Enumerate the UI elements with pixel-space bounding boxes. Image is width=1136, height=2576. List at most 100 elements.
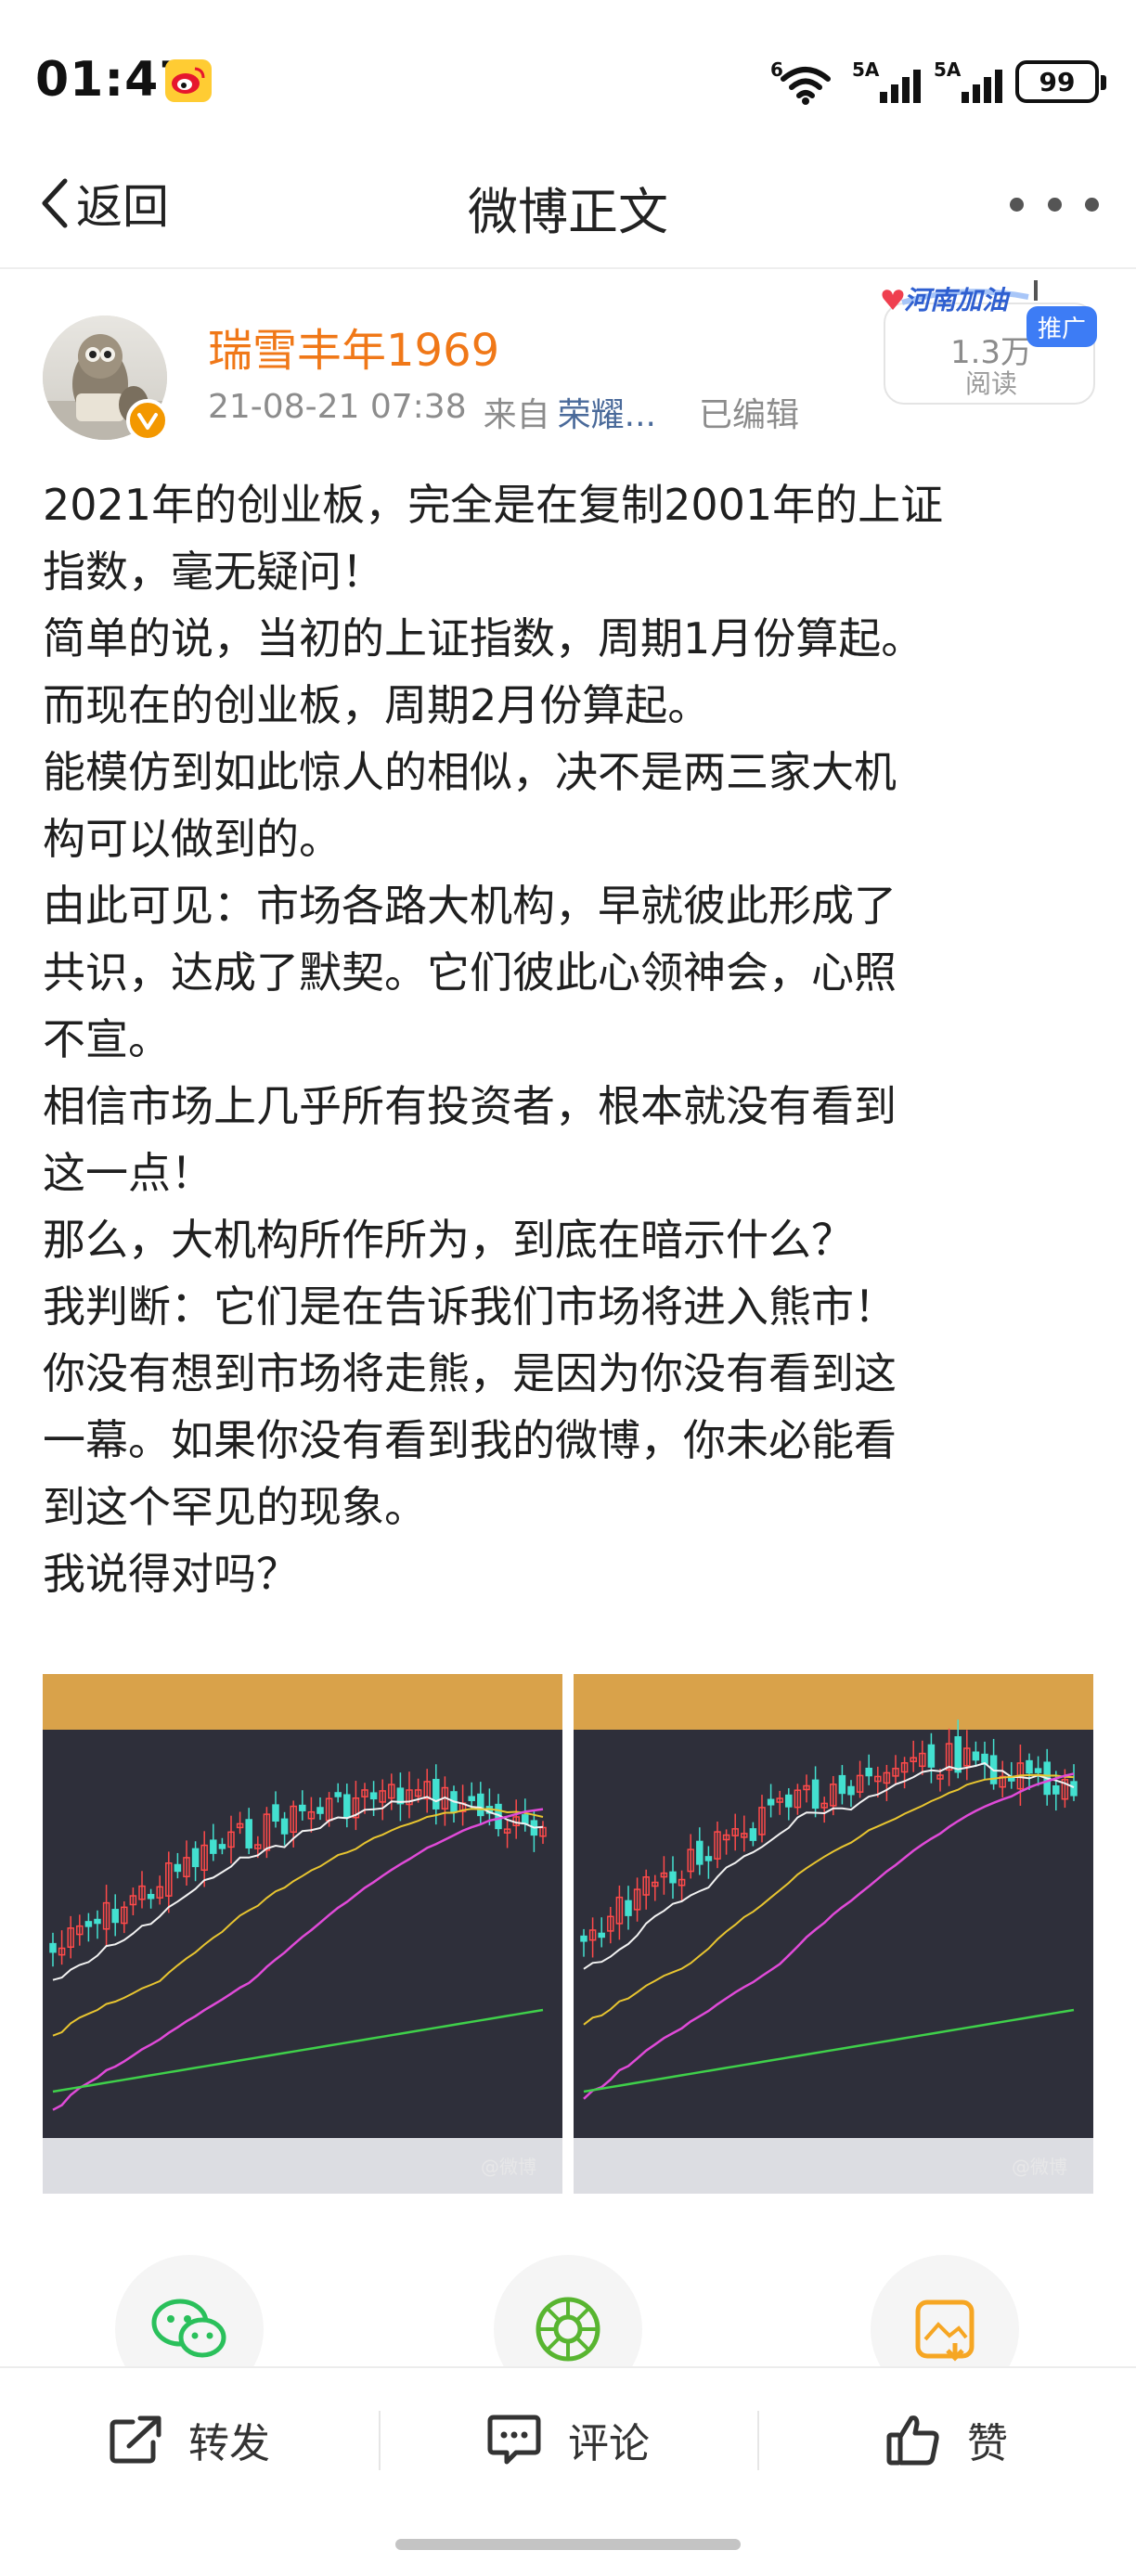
candle-body <box>343 1794 351 1818</box>
candle-body <box>218 1844 226 1849</box>
post-body: 2021年的创业板，完全是在复制2001年的上证 指数，毫无疑问！ 简单的说，当… <box>43 471 1101 1607</box>
more-options-button[interactable] <box>1010 191 1099 217</box>
battery-level: 99 <box>1039 66 1076 97</box>
candle-body <box>522 1814 529 1825</box>
candle-body <box>1034 1768 1042 1773</box>
battery-icon: 99 <box>1015 60 1106 103</box>
candle-body <box>299 1804 306 1811</box>
candle-body <box>191 1848 200 1868</box>
post-image-left[interactable]: @微博 <box>43 1674 562 2194</box>
candle-body <box>84 1921 93 1927</box>
post-line: 简单的说，当初的上证指数，周期1月份算起。 <box>43 613 924 663</box>
post-line: 由此可见：市场各路大机构，早就彼此形成了 <box>43 881 897 931</box>
comment-icon <box>487 2415 541 2465</box>
candlestick-photo-1 <box>43 1674 562 2194</box>
candle-body <box>316 1807 324 1814</box>
candle-body <box>785 1794 793 1808</box>
candle-body <box>811 1779 820 1810</box>
source-prefix: 来自 <box>483 396 550 434</box>
candle-body <box>767 1798 775 1806</box>
post-line: 那么，大机构所作所为，到底在暗示什么？ <box>43 1215 854 1265</box>
username[interactable]: 瑞雪丰年1969 <box>208 314 499 379</box>
post-source[interactable]: 荣耀... <box>558 388 656 436</box>
candle-body <box>927 1744 936 1768</box>
thumbs-up-icon <box>886 2415 939 2466</box>
more-dot-icon <box>1085 197 1099 212</box>
page-title: 微博正文 <box>468 183 668 241</box>
post-line: 2021年的创业板，完全是在复制2001年的上证 <box>43 480 944 530</box>
comment-button[interactable]: 评论 <box>379 2368 757 2511</box>
like-label: 赞 <box>967 2420 1008 2467</box>
image-watermark: @微博 <box>481 2156 536 2178</box>
photo-top-band <box>43 1674 562 1730</box>
candle-body <box>272 1804 279 1823</box>
comment-label: 评论 <box>568 2420 650 2467</box>
post-line: 共识，达成了默契。它们彼此心领神会，心照 <box>43 947 897 998</box>
candle-body <box>838 1774 846 1795</box>
candle-body <box>210 1839 217 1854</box>
wifi-icon: 6 <box>770 58 839 105</box>
repost-label: 转发 <box>188 2420 270 2467</box>
candle-body <box>972 1751 980 1761</box>
post-timestamp: 21-08-21 07:38 <box>208 388 467 426</box>
candle-body <box>111 1909 119 1924</box>
status-indicators: 6 5A 5A 99 <box>770 56 1106 108</box>
candle-body <box>749 1828 757 1841</box>
repost-icon <box>110 2415 161 2464</box>
save-image-icon <box>915 2299 975 2362</box>
post-line: 你没有想到市场将走熊，是因为你没有看到这 <box>43 1348 897 1398</box>
post-meta: 21-08-21 07:38 来自 荣耀... 已编辑 <box>208 388 799 436</box>
candle-body <box>94 1918 101 1925</box>
candlestick-photo-2 <box>574 1674 1093 2194</box>
wechat-icon <box>151 2299 226 2358</box>
post-line: 能模仿到如此惊人的相似，决不是两三家大机 <box>43 747 897 797</box>
post-line: 我说得对吗？ <box>43 1549 299 1599</box>
candle-body <box>598 1932 605 1938</box>
photo-top-band <box>574 1674 1093 1730</box>
post-line: 我判断：它们是在告诉我们市场将进入熊市！ <box>43 1282 897 1332</box>
candle-body <box>468 1796 475 1801</box>
repost-button[interactable]: 转发 <box>0 2368 379 2511</box>
verified-badge-icon <box>126 399 169 442</box>
nav-bar: 返回 微博正文 <box>0 139 1136 269</box>
candle-body <box>334 1792 342 1797</box>
post-line: 一幕。如果你没有看到我的微博，你未必能看 <box>43 1415 897 1465</box>
candle-body <box>580 1935 587 1942</box>
post-image-right[interactable]: @微博 <box>574 1674 1093 2194</box>
candle-body <box>477 1793 484 1817</box>
candle-body <box>280 1818 289 1835</box>
candle-body <box>147 1893 155 1900</box>
candle-body <box>245 1819 252 1848</box>
henan-support-sticker: 河南加油 <box>871 275 1045 321</box>
promo-tag[interactable]: 推广 <box>1026 306 1097 347</box>
candle-body <box>432 1779 440 1810</box>
post-line: 不宣。 <box>43 1014 171 1064</box>
post-line: 指数，毫无疑问！ <box>43 547 384 597</box>
moments-icon <box>536 2297 600 2362</box>
candle-body <box>669 1871 677 1884</box>
post-line: 构可以做到的。 <box>43 814 342 864</box>
candle-body <box>1070 1781 1078 1797</box>
home-indicator[interactable] <box>395 2539 741 2550</box>
like-button[interactable]: 赞 <box>757 2368 1136 2511</box>
action-bar: 转发 评论 赞 <box>0 2366 1136 2511</box>
share-row <box>0 2255 1136 2403</box>
candle-body <box>704 1856 713 1861</box>
weibo-notification-icon <box>165 59 212 102</box>
candle-body <box>174 1863 182 1873</box>
post-line: 到这个罕见的现象。 <box>43 1482 427 1532</box>
candle-body <box>954 1736 962 1773</box>
candle-body <box>1026 1759 1033 1774</box>
post-line: 相信市场上几乎所有投资者，根本就没有看到 <box>43 1081 897 1131</box>
candle-body <box>696 1840 704 1865</box>
post-line: 而现在的创业板，周期2月份算起。 <box>43 680 711 730</box>
more-dot-icon <box>1010 197 1024 212</box>
more-dot-icon <box>1047 197 1062 212</box>
candle-body <box>865 1767 872 1777</box>
sticker-text: 河南加油 <box>904 285 1009 316</box>
cellular-signal-icon-2: 5A <box>934 58 1002 105</box>
post-line: 这一点！ <box>43 1148 213 1198</box>
candle-body <box>847 1785 855 1796</box>
candle-body <box>49 1942 57 1953</box>
edited-label[interactable]: 已编辑 <box>699 388 799 436</box>
